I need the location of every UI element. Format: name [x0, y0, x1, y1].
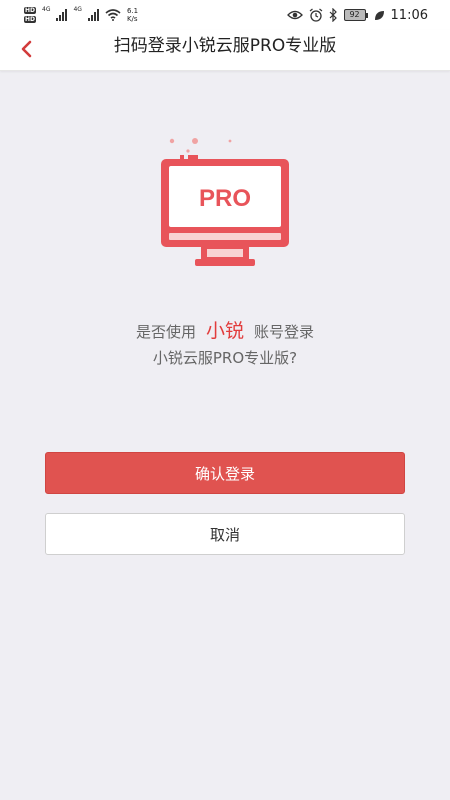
signal-icon: [87, 9, 99, 21]
battery-tip: [365, 12, 368, 18]
title-bar: 扫码登录小锐云服PRO专业版: [0, 30, 450, 71]
speed-unit: K/s: [126, 15, 138, 23]
battery-icon: 92: [343, 9, 368, 21]
prompt-suffix: 账号登录: [254, 323, 315, 341]
screen-tab: [188, 155, 198, 159]
bluetooth-icon: [329, 8, 337, 22]
monitor-icon: PRO: [161, 138, 289, 266]
network-speed: 6.1 K/s: [127, 7, 138, 23]
signal-icon: [56, 9, 68, 21]
sparkle-dot: [169, 138, 175, 144]
wifi-icon: [105, 9, 121, 21]
eye-icon: [286, 10, 303, 20]
prompt-line-2: 小锐云服PRO专业版?: [152, 349, 298, 367]
leaf-icon: [374, 10, 384, 20]
sparkle-dot: [186, 149, 190, 153]
speed-value: 6.1: [126, 7, 139, 15]
network-type-label: 4G: [73, 6, 82, 13]
network-type-label: 4G: [42, 6, 51, 13]
screen-tab: [180, 155, 184, 159]
login-prompt: 是否使用 小锐 账号登录 小锐云服PRO专业版?: [0, 318, 450, 371]
hd-badge: HD: [24, 16, 37, 23]
monitor-neck-inner: [207, 249, 243, 257]
status-bar: HD HD 4G 4G 6.1 K/s 92 11:06: [0, 0, 450, 30]
account-name: 小锐: [205, 320, 244, 342]
page-title: 扫码登录小锐云服PRO专业版: [113, 36, 337, 56]
alarm-icon: [309, 8, 322, 22]
pro-label: PRO: [199, 185, 251, 212]
prompt-prefix: 是否使用: [135, 323, 196, 341]
cancel-button[interactable]: 取消: [45, 513, 405, 555]
status-right: 92 11:06: [286, 4, 428, 26]
status-left: HD HD 4G 4G 6.1 K/s: [24, 4, 138, 26]
battery-level: 92: [343, 9, 366, 21]
sparkle-dot: [228, 139, 232, 143]
monitor-base: [195, 259, 255, 266]
confirm-login-button[interactable]: 确认登录: [45, 452, 405, 494]
prompt-line-1: 是否使用 小锐 账号登录: [0, 318, 450, 345]
hd-badge: HD: [24, 7, 37, 14]
sparkle-dot: [192, 138, 198, 144]
clock-time: 11:06: [390, 7, 428, 23]
hd-indicators: HD HD: [24, 7, 37, 23]
monitor-bezel-strip: [169, 233, 281, 240]
